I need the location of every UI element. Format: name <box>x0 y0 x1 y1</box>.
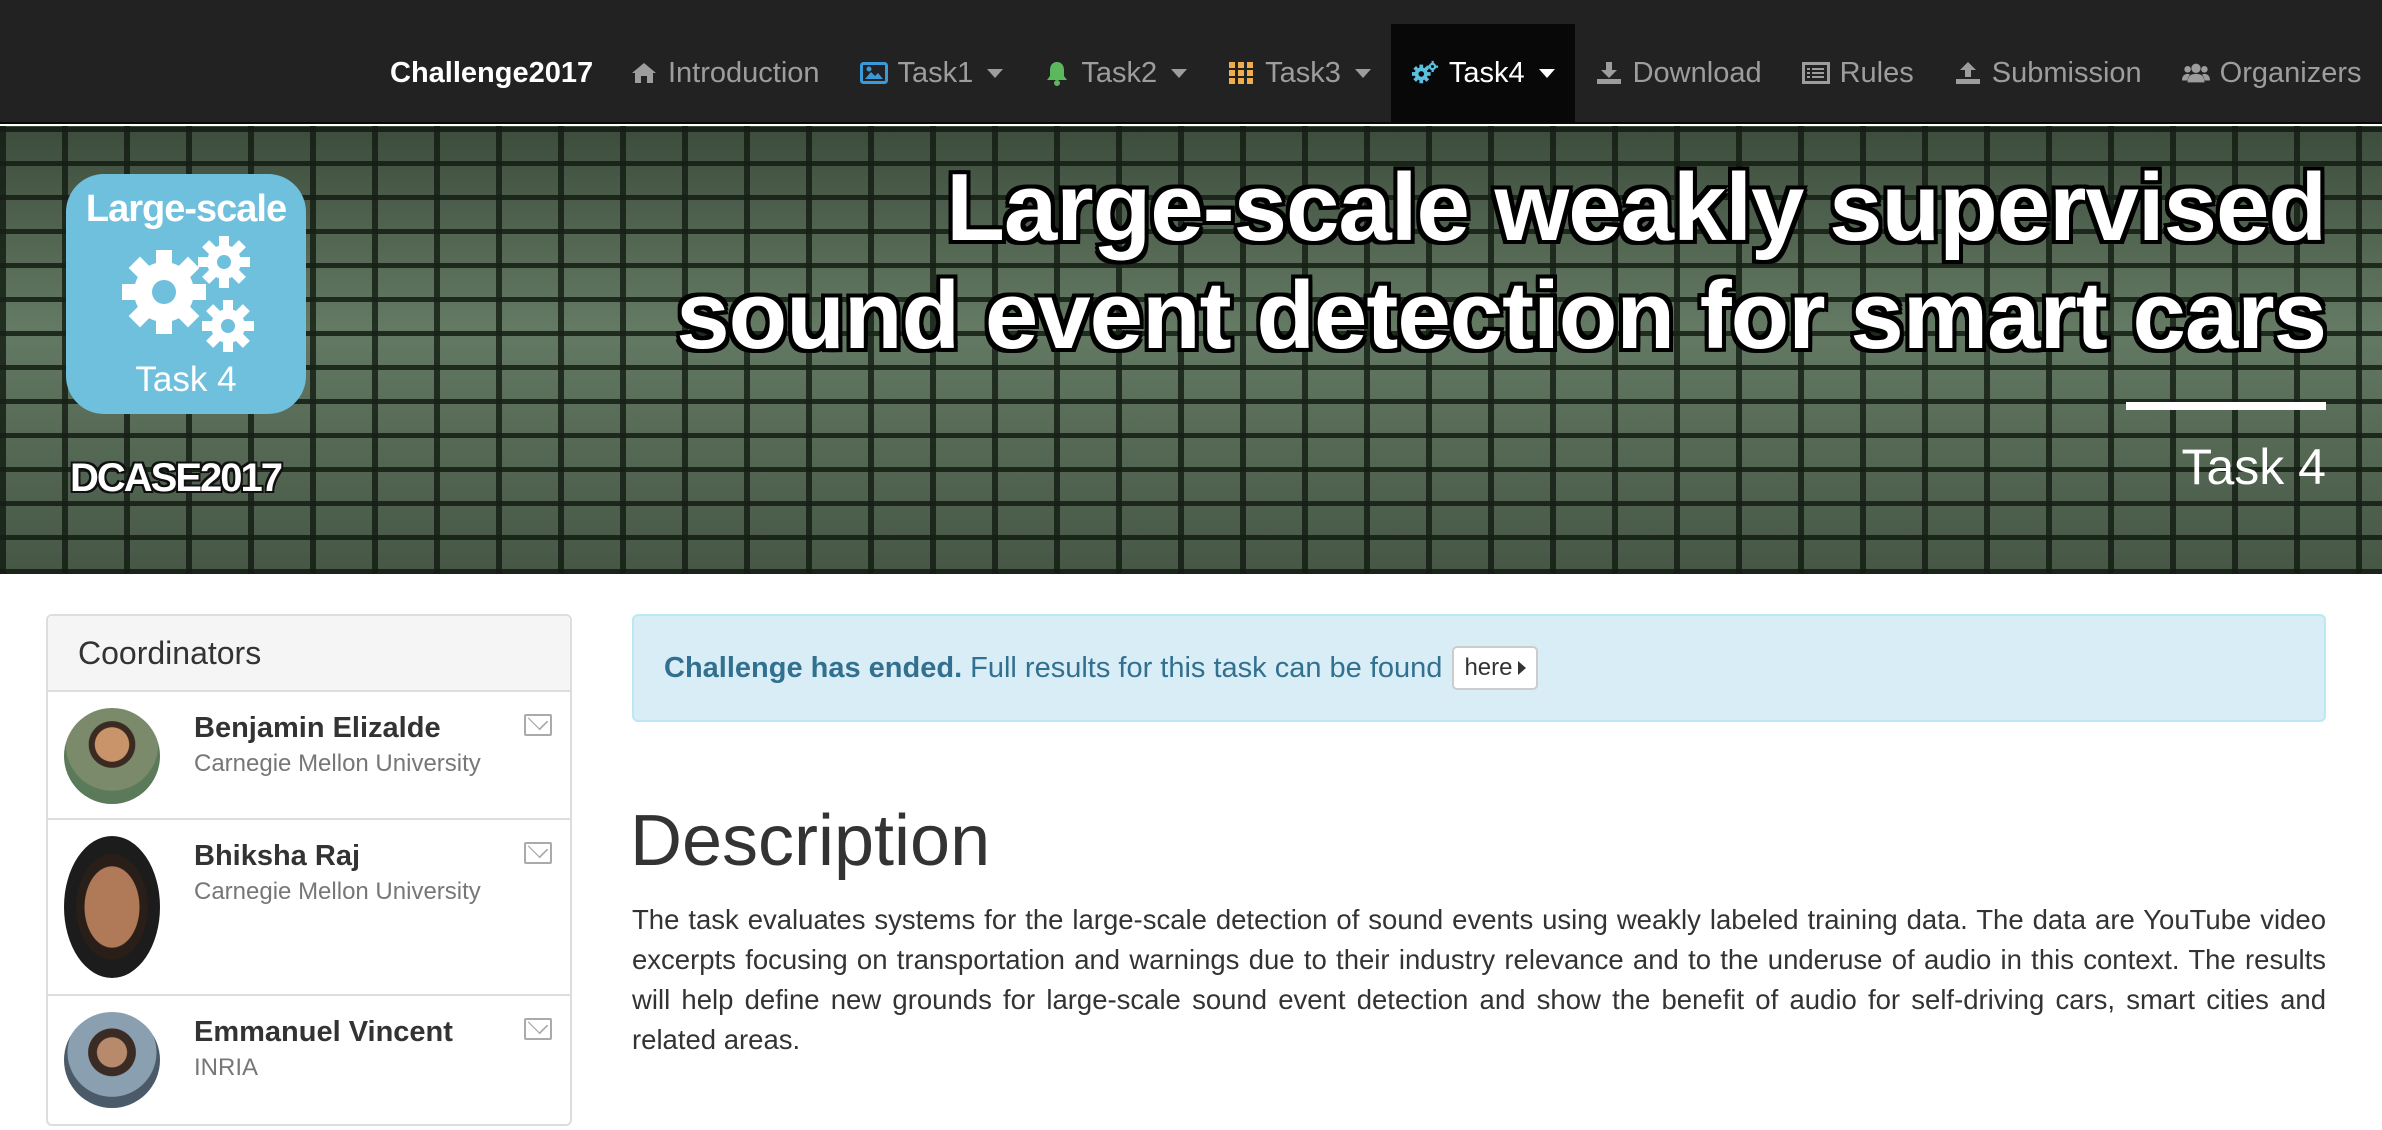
task-logo: Large-scale Task 4 <box>66 174 306 414</box>
alert-text: Full results for this task can be found <box>970 651 1443 684</box>
chevron-down-icon <box>1354 68 1371 78</box>
coordinator-org: INRIA <box>194 1054 259 1081</box>
nav-rules-label: Rules <box>1839 56 1914 89</box>
nav-task4-label: Task4 <box>1448 56 1525 89</box>
nav-task2-label: Task2 <box>1081 56 1158 89</box>
description-text: The task evaluates systems for the large… <box>632 904 2326 1055</box>
image-icon <box>859 59 888 87</box>
chevron-down-icon <box>1538 68 1555 78</box>
hero-title-line1: Large-scale weakly supervised <box>946 154 2327 261</box>
coordinator-name: Bhiksha Raj <box>194 840 360 872</box>
users-icon <box>2181 59 2210 87</box>
nav-task2[interactable]: Task2 <box>1023 24 1207 122</box>
upload-icon <box>1954 59 1982 87</box>
nav-organizers[interactable]: Organizers <box>2162 24 2382 122</box>
coordinator-org: Carnegie Mellon University <box>194 750 481 777</box>
brand-link[interactable]: Challenge2017 <box>390 0 593 124</box>
chevron-down-icon <box>987 68 1004 78</box>
nav-task1[interactable]: Task1 <box>840 24 1024 122</box>
coordinator-item: Bhiksha Raj Carnegie Mellon University <box>48 820 570 996</box>
avatar <box>64 836 160 978</box>
nav-task3-label: Task3 <box>1265 56 1341 89</box>
nav-rules[interactable]: Rules <box>1782 24 1934 122</box>
gears-icon <box>122 236 254 352</box>
nav-submission[interactable]: Submission <box>1934 24 2162 122</box>
nav-organizers-label: Organizers <box>2219 56 2362 89</box>
hero-title: Large-scale weakly supervised sound even… <box>676 154 2327 370</box>
envelope-icon[interactable] <box>524 1018 552 1040</box>
here-button[interactable]: here <box>1452 646 1539 690</box>
hero-divider <box>2126 402 2326 410</box>
nav-introduction[interactable]: Introduction <box>610 24 840 122</box>
caret-right-icon <box>1518 661 1527 675</box>
download-icon <box>1595 59 1623 87</box>
hero-subtitle: Task 4 <box>2181 439 2326 495</box>
grid-icon <box>1227 59 1255 87</box>
bell-icon <box>1043 59 1071 87</box>
avatar <box>64 1012 160 1108</box>
envelope-icon[interactable] <box>524 714 552 736</box>
hero-banner: Large-scale Task 4 DCASE2017 Large-scale… <box>0 126 2382 574</box>
nav-submission-label: Submission <box>1991 56 2142 89</box>
avatar <box>64 708 160 804</box>
main-nav: Introduction Task1 Task2 Task3 Task4 Dow… <box>610 24 2381 122</box>
coordinator-name: Emmanuel Vincent <box>194 1016 453 1048</box>
challenge-ended-alert: Challenge has ended. Full results for th… <box>632 614 2326 722</box>
coordinator-org: Carnegie Mellon University <box>194 878 481 905</box>
nav-task4[interactable]: Task4 <box>1390 24 1575 122</box>
coordinator-name: Benjamin Elizalde <box>194 712 441 744</box>
chevron-down-icon <box>1171 68 1188 78</box>
nav-download[interactable]: Download <box>1575 24 1782 122</box>
top-navbar: Challenge2017 Introduction Task1 Task2 T… <box>0 0 2382 124</box>
description-heading: Description <box>630 801 991 881</box>
coordinator-item: Emmanuel Vincent INRIA <box>48 996 570 1124</box>
logo-bottom-text: Task 4 <box>135 360 237 399</box>
coordinators-panel: Coordinators Benjamin Elizalde Carnegie … <box>46 614 572 1126</box>
coordinators-heading: Coordinators <box>48 616 570 692</box>
dcase-logo: DCASE2017 <box>70 456 283 500</box>
nav-introduction-label: Introduction <box>668 56 820 89</box>
coordinator-item: Benjamin Elizalde Carnegie Mellon Univer… <box>48 692 570 820</box>
nav-task1-label: Task1 <box>897 56 974 89</box>
envelope-icon[interactable] <box>524 842 552 864</box>
home-icon <box>630 59 658 87</box>
gears-icon <box>1411 59 1439 87</box>
hero-title-line2: sound event detection for smart cars <box>676 262 2327 369</box>
nav-download-label: Download <box>1632 56 1762 89</box>
list-icon <box>1801 59 1830 87</box>
alert-strong-text: Challenge has ended. <box>664 651 963 684</box>
here-button-label: here <box>1464 654 1513 681</box>
nav-task3[interactable]: Task3 <box>1207 24 1391 122</box>
